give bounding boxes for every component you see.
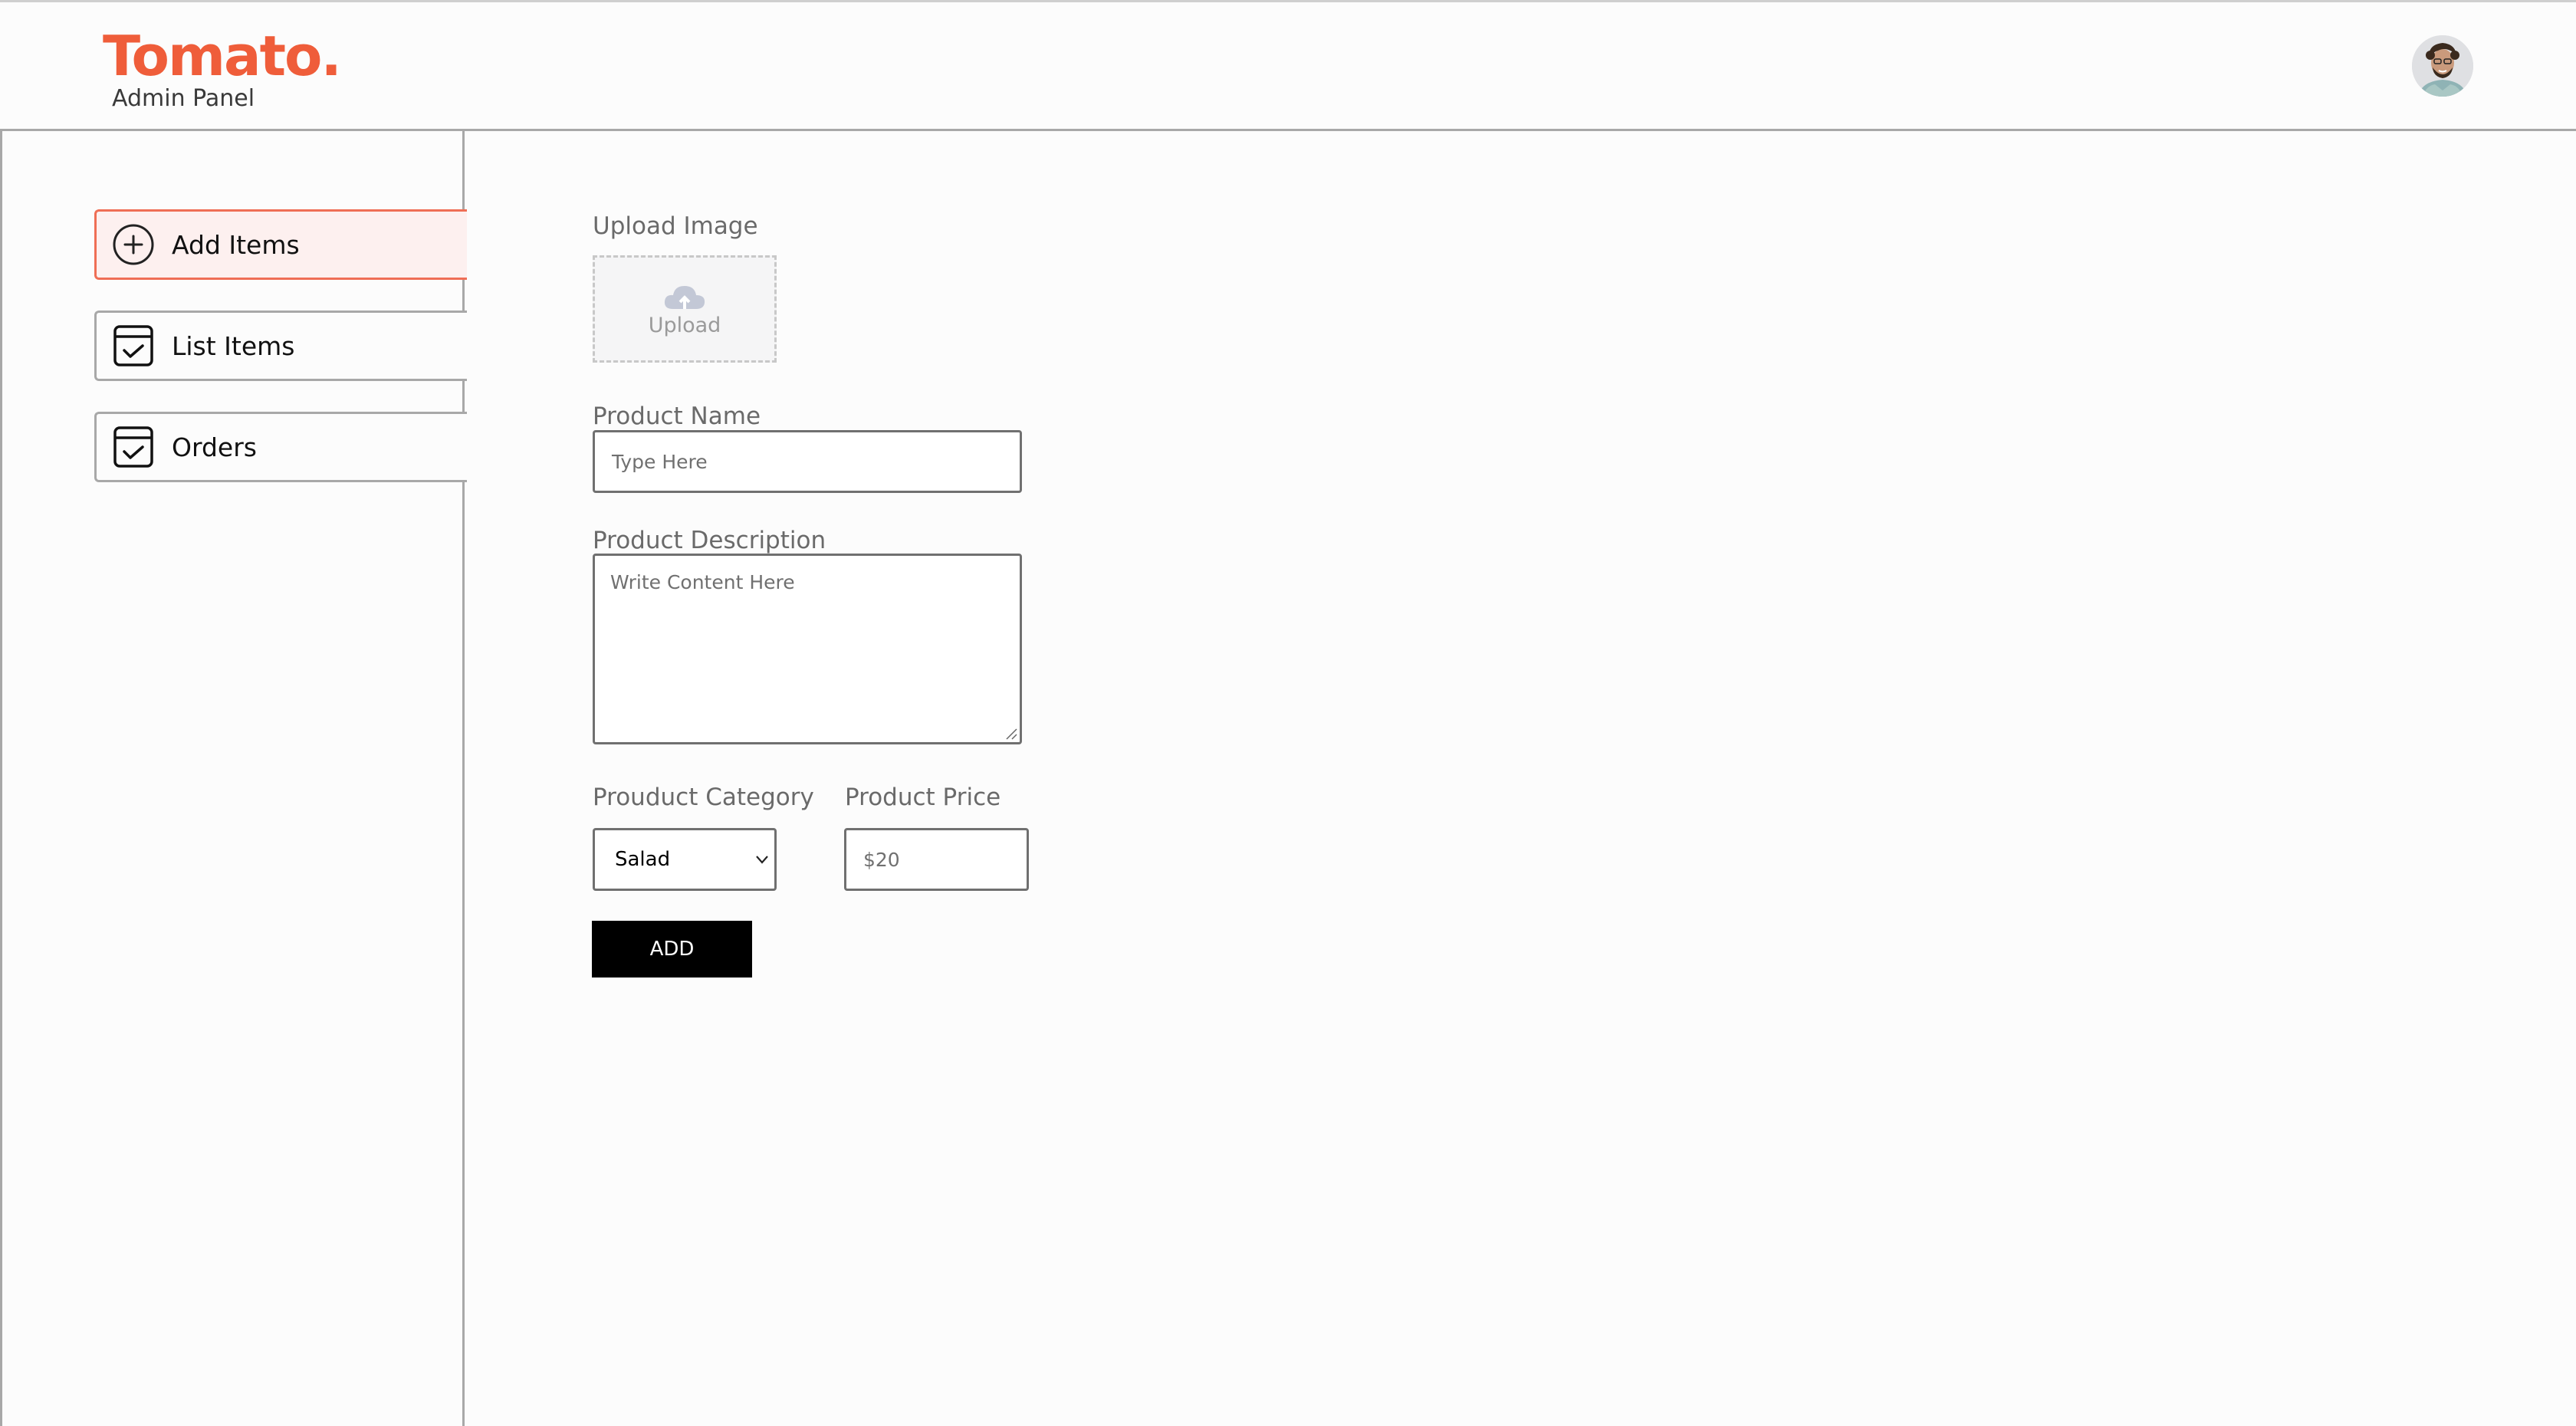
avatar-image-icon	[2412, 35, 2473, 97]
product-description-textarea[interactable]: Write Content Here	[593, 554, 1022, 744]
sidebar-item-label: Orders	[172, 432, 257, 462]
add-circle-icon	[112, 223, 155, 266]
sidebar-item-orders[interactable]: Orders	[94, 412, 467, 482]
product-name-label: Product Name	[593, 402, 761, 430]
product-price-label: Product Price	[845, 784, 1001, 811]
admin-panel-subtitle: Admin Panel	[112, 85, 255, 112]
product-name-placeholder: Type Here	[612, 450, 708, 473]
sidebar-item-label: Add Items	[172, 229, 300, 260]
product-category-label: Prouduct Category	[593, 784, 814, 811]
upload-image-label: Upload Image	[593, 212, 758, 240]
product-category-select[interactable]: Salad	[593, 828, 777, 891]
resize-grip-icon[interactable]	[1005, 728, 1017, 740]
category-selected-value: Salad	[615, 848, 671, 871]
chevron-down-icon	[756, 856, 768, 864]
logo[interactable]: Tomato.	[103, 25, 342, 87]
sidebar-item-list-items[interactable]: List Items	[94, 310, 467, 381]
sidebar-item-add-items[interactable]: Add Items	[94, 209, 467, 280]
product-name-input[interactable]: Type Here	[593, 430, 1022, 493]
product-price-placeholder: $20	[863, 848, 900, 871]
profile-avatar[interactable]	[2412, 35, 2473, 97]
product-description-placeholder: Write Content Here	[610, 571, 795, 593]
calendar-check-icon	[112, 324, 155, 367]
add-button[interactable]: ADD	[592, 921, 752, 978]
image-upload-dropzone[interactable]: Upload	[593, 255, 777, 363]
sidebar: Add Items List Items Orders	[0, 131, 467, 1426]
navbar: Tomato. Admin Panel	[0, 2, 2576, 131]
sidebar-item-label: List Items	[172, 330, 295, 361]
product-price-input[interactable]: $20	[844, 828, 1029, 891]
calendar-check-icon	[112, 426, 155, 468]
product-description-label: Product Description	[593, 527, 826, 554]
upload-button-text: Upload	[648, 313, 721, 337]
cloud-upload-icon	[664, 285, 705, 309]
add-item-form: Upload Image Upload Product Name Type He…	[465, 131, 2576, 1426]
